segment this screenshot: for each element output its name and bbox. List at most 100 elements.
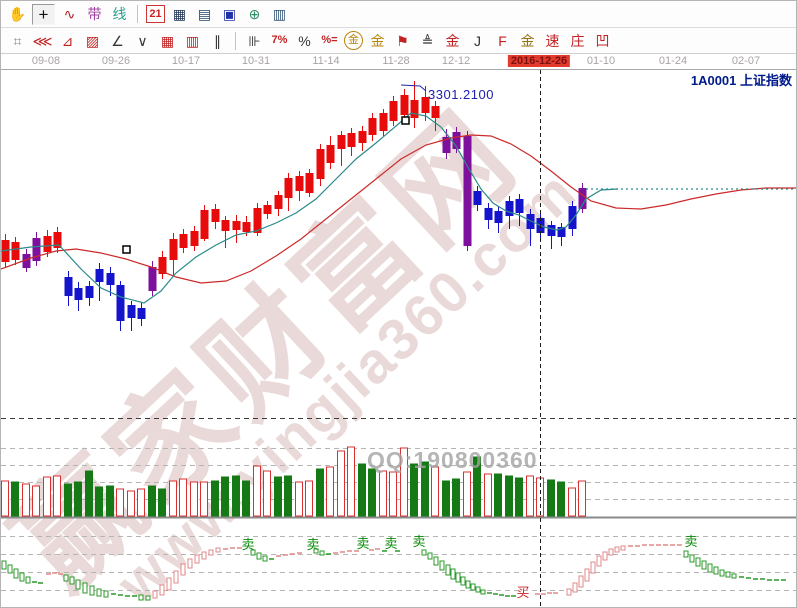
indicator-dash xyxy=(505,595,510,597)
indicator-dash xyxy=(493,593,498,595)
date-label: 01-10 xyxy=(587,55,615,67)
ma-long-line xyxy=(1,135,796,283)
candle-body xyxy=(306,173,314,193)
ao-line-icon[interactable]: 凹 xyxy=(592,31,613,50)
candle-body xyxy=(44,236,52,252)
gold-red-icon[interactable]: 金 xyxy=(442,31,463,50)
pattern-icon[interactable]: ≜ xyxy=(417,31,438,50)
parallel-lines-icon[interactable]: ∥ xyxy=(207,31,228,50)
indicator-mark xyxy=(104,591,108,597)
sell-signal-label: 卖 xyxy=(356,536,369,551)
indicator-mark xyxy=(481,590,485,594)
indicator-mark xyxy=(428,553,432,559)
volume-bar xyxy=(233,476,240,516)
notes-icon[interactable]: ▤ xyxy=(194,5,215,24)
candle-body xyxy=(432,106,440,118)
grid2-icon[interactable]: ▥ xyxy=(182,31,203,50)
grid-icon[interactable]: ▦ xyxy=(157,31,178,50)
indicator-mark xyxy=(708,564,712,572)
indicator-mark xyxy=(209,550,213,555)
date-label: 10-31 xyxy=(242,55,270,67)
candle-body xyxy=(65,277,73,296)
indicator-dash xyxy=(230,547,235,549)
volume-bar xyxy=(296,482,303,516)
candle-body xyxy=(170,239,178,260)
candle-body xyxy=(86,286,94,298)
volume-bar xyxy=(149,486,156,516)
candle-body xyxy=(75,288,83,300)
gold-angle-icon[interactable]: 金 xyxy=(517,31,538,50)
indicator-mark xyxy=(471,584,475,590)
date-label: 09-26 xyxy=(102,55,130,67)
candle-body xyxy=(191,231,199,246)
indicator-mark xyxy=(76,580,80,589)
gann-fan-icon[interactable]: ⋘ xyxy=(32,31,53,50)
print-icon[interactable]: ▥ xyxy=(269,5,290,24)
indicator-mark xyxy=(257,553,261,559)
percent-lines-icon[interactable]: %= xyxy=(319,31,340,50)
indicator-dash xyxy=(499,594,504,596)
indicator-mark xyxy=(567,589,571,595)
ribbon-tool-icon[interactable]: 带 xyxy=(84,5,105,24)
percent-icon[interactable]: % xyxy=(294,31,315,50)
ma-short-line xyxy=(1,113,618,303)
zhuang-line-icon[interactable]: 庄 xyxy=(567,31,588,50)
candle-body xyxy=(233,221,241,230)
indicator-mark xyxy=(202,552,206,559)
indicator-mark xyxy=(573,583,577,592)
volume-bar xyxy=(128,491,135,516)
indicator-mark xyxy=(188,559,192,568)
gold-lines-icon[interactable]: 金 xyxy=(367,31,388,50)
indicator-dash xyxy=(767,579,772,581)
candle-body xyxy=(579,188,587,209)
volume-bar xyxy=(264,471,271,516)
volume-bar xyxy=(201,482,208,516)
volume-bar xyxy=(54,476,61,516)
kline-stats-icon[interactable]: ⊪ xyxy=(244,31,265,50)
trendline-icon[interactable]: ∿ xyxy=(59,5,80,24)
candle-body xyxy=(390,101,398,121)
percent7-icon[interactable]: 7% xyxy=(269,31,290,50)
indicator-dash xyxy=(375,548,380,550)
flag-candle-icon[interactable]: ⚑ xyxy=(392,31,413,50)
f-line-icon[interactable]: F xyxy=(492,31,513,50)
volume-bar xyxy=(107,486,114,516)
su-line-icon[interactable]: 速 xyxy=(542,31,563,50)
indicator-mark xyxy=(64,575,68,581)
chanlun-tool-icon[interactable]: 线 xyxy=(109,5,130,24)
j-line-icon[interactable]: J xyxy=(467,31,488,50)
vee-line-icon[interactable]: ∨ xyxy=(132,31,153,50)
volume-bar xyxy=(485,474,492,516)
sell-signal-label: 卖 xyxy=(384,536,397,551)
symbol-label: 1A0001 上证指数 xyxy=(691,70,792,89)
volume-bar xyxy=(327,467,334,516)
candle-body xyxy=(285,178,293,198)
indicator-dash xyxy=(628,545,633,547)
price-annotation: 3301.2100 xyxy=(428,87,494,102)
indicator-mark xyxy=(2,561,6,569)
price-chart[interactable]: 卖卖卖卖卖卖买 xyxy=(1,1,797,608)
candle-body xyxy=(516,199,524,213)
gann-frame-icon[interactable]: ⌗ xyxy=(7,31,28,50)
indicator-mark xyxy=(146,596,150,600)
pan-hand-icon[interactable]: ✋ xyxy=(7,5,28,24)
indicator-mark xyxy=(320,551,324,555)
save-icon[interactable]: ▣ xyxy=(219,5,240,24)
calendar-icon[interactable]: 21 xyxy=(146,5,165,23)
indicator-mark xyxy=(83,583,87,593)
indicator-mark xyxy=(456,573,460,582)
volume-bar xyxy=(86,471,93,516)
indicator-mark xyxy=(696,558,700,566)
gold-circle-icon[interactable]: 金 xyxy=(344,31,363,50)
market-globe-icon[interactable]: ⊕ xyxy=(244,5,265,24)
crosshair-icon[interactable]: + xyxy=(32,4,55,25)
indicator-mark xyxy=(14,569,18,578)
gann-box-icon[interactable]: ▨ xyxy=(82,31,103,50)
indicator-mark xyxy=(466,581,470,588)
angle-line-icon[interactable]: ∠ xyxy=(107,31,128,50)
volume-bar xyxy=(44,477,51,516)
speed-line-icon[interactable]: ⊿ xyxy=(57,31,78,50)
indicator-mark xyxy=(90,586,94,595)
calculator-icon[interactable]: ▦ xyxy=(169,5,190,24)
indicator-dash xyxy=(326,553,331,555)
